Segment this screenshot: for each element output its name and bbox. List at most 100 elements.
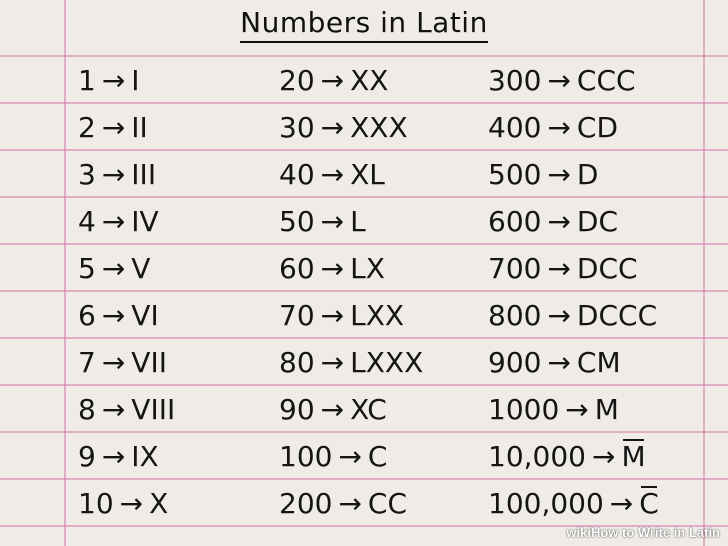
margin-line-left [64, 0, 66, 546]
watermark-rest: to Write in Latin [618, 525, 720, 540]
list-item: 1 → I [78, 57, 175, 104]
arabic-number: 50 [279, 205, 315, 238]
column-1: 1 → I 2 → II 3 → III 4 → IV 5 → V 6 → VI 7 → VII 8 → VIII 9 → IX 10… [78, 57, 175, 527]
list-item: 30 → XXX [279, 104, 423, 151]
roman-numeral: DCC [576, 252, 638, 285]
roman-numeral: DCCC [576, 299, 658, 332]
arabic-number: 8 [78, 393, 96, 426]
arrow-right-icon: → [320, 205, 345, 238]
arabic-number: 800 [488, 299, 542, 332]
arrow-right-icon: → [547, 299, 571, 332]
list-item: 40 → XL [279, 151, 423, 198]
arrow-right-icon: → [547, 111, 571, 144]
arrow-right-icon: → [320, 346, 345, 379]
arabic-number: 400 [488, 111, 542, 144]
arabic-number: 1000 [488, 393, 560, 426]
list-item: 1000 → M [488, 386, 659, 433]
roman-numeral: XC [350, 393, 387, 426]
list-item: 3 → III [78, 151, 175, 198]
roman-numeral: C [639, 480, 659, 527]
margin-line-right [703, 0, 705, 546]
roman-numeral: V [131, 252, 151, 285]
arabic-number: 4 [78, 205, 96, 238]
list-item: 800 → DCCC [488, 292, 659, 339]
roman-numeral: CM [576, 346, 621, 379]
roman-numeral: DC [576, 205, 619, 238]
list-item: 5 → V [78, 245, 175, 292]
arabic-number: 500 [488, 158, 542, 191]
list-item: 6 → VI [78, 292, 175, 339]
list-item: 70 → LXX [279, 292, 423, 339]
roman-numeral: M [594, 393, 619, 426]
roman-numeral: CD [576, 111, 619, 144]
arrow-right-icon: → [547, 346, 571, 379]
arrow-right-icon: → [101, 440, 126, 473]
arabic-number: 30 [279, 111, 315, 144]
list-item: 2 → II [78, 104, 175, 151]
list-item: 90 → XC [279, 386, 423, 433]
list-item: 400 → CD [488, 104, 659, 151]
roman-numeral: D [576, 158, 599, 191]
list-item: 600 → DC [488, 198, 659, 245]
roman-numeral: LXX [350, 299, 405, 332]
roman-numeral: X [149, 487, 169, 520]
list-item: 7 → VII [78, 339, 175, 386]
arabic-number: 20 [279, 64, 315, 97]
roman-numeral: XX [350, 64, 389, 97]
arrow-right-icon: → [338, 440, 362, 473]
watermark-wiki: wiki [566, 525, 591, 540]
arabic-number: 10,000 [488, 440, 586, 473]
arabic-number: 300 [488, 64, 542, 97]
list-item: 10 → X [78, 480, 175, 527]
arrow-right-icon: → [320, 299, 345, 332]
arabic-number: 100 [279, 440, 333, 473]
arabic-number: 5 [78, 252, 96, 285]
arabic-number: 2 [78, 111, 96, 144]
roman-numeral: XXX [350, 111, 408, 144]
roman-numeral: LXXX [350, 346, 424, 379]
list-item: 8 → VIII [78, 386, 175, 433]
list-item: 100,000 → C [488, 480, 659, 527]
roman-numeral: XL [350, 158, 385, 191]
arabic-number: 40 [279, 158, 315, 191]
arabic-number: 1 [78, 64, 96, 97]
arabic-number: 70 [279, 299, 315, 332]
arrow-right-icon: → [101, 205, 126, 238]
arabic-number: 900 [488, 346, 542, 379]
list-item: 100 → C [279, 433, 423, 480]
list-item: 4 → IV [78, 198, 175, 245]
arrow-right-icon: → [547, 64, 571, 97]
arrow-right-icon: → [101, 158, 126, 191]
arabic-number: 600 [488, 205, 542, 238]
arrow-right-icon: → [547, 252, 571, 285]
arabic-number: 7 [78, 346, 96, 379]
list-item: 80 → LXXX [279, 339, 423, 386]
arrow-right-icon: → [101, 252, 126, 285]
arabic-number: 60 [279, 252, 315, 285]
roman-numeral: VII [131, 346, 167, 379]
arrow-right-icon: → [320, 64, 345, 97]
watermark-how: How [590, 525, 619, 540]
arrow-right-icon: → [320, 393, 345, 426]
arrow-right-icon: → [320, 252, 345, 285]
arrow-right-icon: → [338, 487, 362, 520]
list-item: 700 → DCC [488, 245, 659, 292]
column-3: 300 → CCC 400 → CD 500 → D 600 → DC 700 → DCC 800 → DCCC 9… [488, 57, 659, 527]
roman-numeral: VIII [131, 393, 176, 426]
roman-numeral: IX [131, 440, 159, 473]
arrow-right-icon: → [101, 346, 126, 379]
column-2: 20 → XX 30 → XXX 40 → XL 50 → L 60 → LX 70 → LXX 80 → LXXX 90… [279, 57, 423, 527]
arabic-number: 6 [78, 299, 96, 332]
roman-numeral: IV [131, 205, 159, 238]
arrow-right-icon: → [320, 158, 345, 191]
arrow-right-icon: → [320, 111, 345, 144]
roman-numeral: CC [367, 487, 408, 520]
roman-numeral: VI [131, 299, 159, 332]
arabic-number: 9 [78, 440, 96, 473]
page-title: Numbers in Latin [0, 6, 728, 43]
list-item: 20 → XX [279, 57, 423, 104]
roman-numeral: I [131, 64, 140, 97]
wikihow-watermark: wikiHow to Write in Latin [566, 525, 720, 540]
arrow-right-icon: → [101, 299, 126, 332]
arrow-right-icon: → [101, 64, 126, 97]
